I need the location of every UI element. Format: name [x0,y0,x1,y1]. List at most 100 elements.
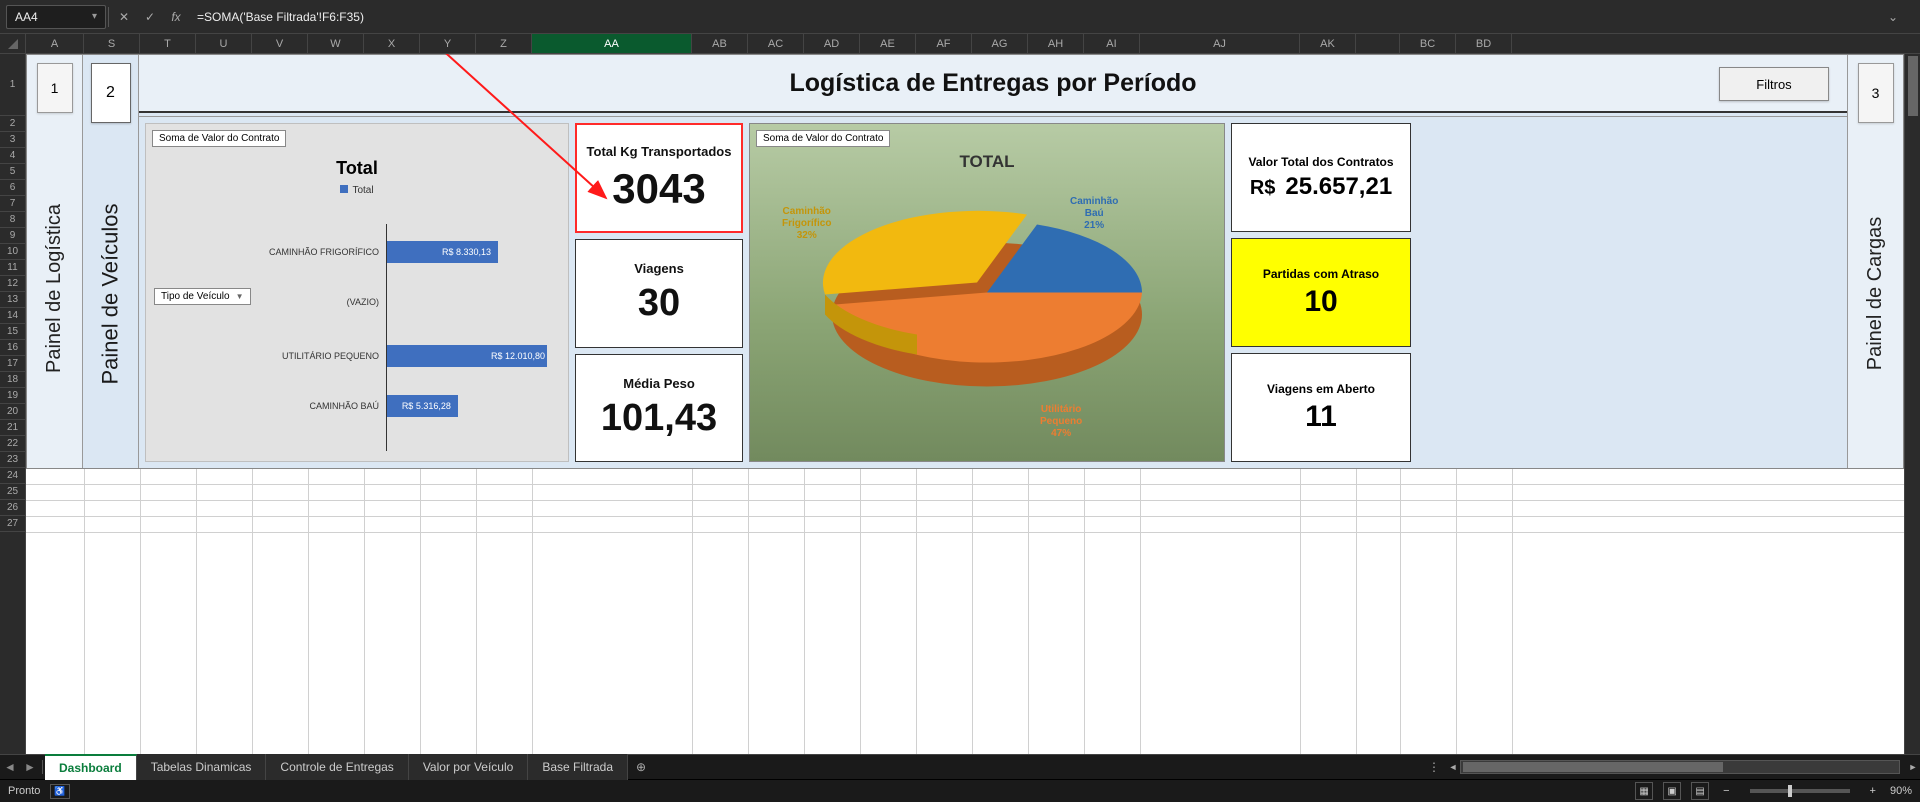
row-header-3[interactable]: 3 [0,132,25,148]
filters-button[interactable]: Filtros [1719,67,1829,101]
row-header-6[interactable]: 6 [0,180,25,196]
col-header-AI[interactable]: AI [1084,34,1140,53]
sheet-tab-base-filtrada[interactable]: Base Filtrada [528,754,628,780]
col-header-AK[interactable]: AK [1300,34,1356,53]
col-header-AB[interactable]: AB [692,34,748,53]
view-page-layout-icon[interactable]: ▣ [1663,782,1681,800]
page-title: Logística de Entregas por Período [789,69,1196,98]
row-header-11[interactable]: 11 [0,260,25,276]
col-header-AF[interactable]: AF [916,34,972,53]
row-header-4[interactable]: 4 [0,148,25,164]
bar-category-label: (VAZIO) [347,297,379,307]
bar-category-label: CAMINHÃO FRIGORÍFICO [269,247,379,257]
row-header-18[interactable]: 18 [0,372,25,388]
zoom-out-icon[interactable]: − [1719,785,1733,797]
col-header-AG[interactable]: AG [972,34,1028,53]
sheet-tab-tabelas-dinamicas[interactable]: Tabelas Dinamicas [137,754,267,780]
accessibility-icon[interactable]: ♿ [50,784,69,799]
row-header-2[interactable]: 2 [0,116,25,132]
divider [42,760,43,774]
col-header-A[interactable]: A [26,34,84,53]
row-header-23[interactable]: 23 [0,452,25,468]
row-header-10[interactable]: 10 [0,244,25,260]
horizontal-scrollbar[interactable] [1460,760,1900,774]
row-header-8[interactable]: 8 [0,212,25,228]
row-header-20[interactable]: 20 [0,404,25,420]
new-sheet-button[interactable]: ⊕ [628,760,654,774]
col-header-W[interactable]: W [308,34,364,53]
vehicle-type-dropdown[interactable]: Tipo de Veículo ▼ [154,288,251,305]
row-header-19[interactable]: 19 [0,388,25,404]
col-header-BC[interactable]: BC [1400,34,1456,53]
hscroll-left-icon[interactable]: ◄ [1446,760,1460,774]
col-header-AD[interactable]: AD [804,34,860,53]
tab-nav-next-icon[interactable]: ► [20,754,40,780]
row-header-12[interactable]: 12 [0,276,25,292]
bar-row: CAMINHÃO BAÚR$ 5.316,28 [387,394,451,418]
tab-nav-prev-icon[interactable]: ◄ [0,754,20,780]
pie-chart-card[interactable]: Soma de Valor do Contrato TOTAL [749,123,1225,462]
col-header-Y[interactable]: Y [420,34,476,53]
row-header-26[interactable]: 26 [0,500,25,516]
col-header-AA[interactable]: AA [532,34,692,53]
divider [108,7,109,27]
zoom-level[interactable]: 90% [1890,785,1912,797]
row-header-15[interactable]: 15 [0,324,25,340]
formula-input[interactable]: =SOMA('Base Filtrada'!F6:F35) [189,5,1882,29]
view-normal-icon[interactable]: ▦ [1635,782,1653,800]
formula-text: =SOMA('Base Filtrada'!F6:F35) [197,10,364,24]
row-header-1[interactable]: 1 [0,54,25,116]
row-header-17[interactable]: 17 [0,356,25,372]
vertical-scrollbar[interactable] [1904,54,1920,754]
row-header-24[interactable]: 24 [0,468,25,484]
zoom-in-icon[interactable]: + [1866,785,1880,797]
sheet-tab-valor-por-veículo[interactable]: Valor por Veículo [409,754,529,780]
nav-button-2[interactable]: 2 [91,63,131,123]
side-label-cargas: Painel de Cargas [1864,217,1887,370]
row-header-27[interactable]: 27 [0,516,25,532]
name-box[interactable]: AA4 ▾ [6,5,106,29]
expand-formula-bar-icon[interactable]: ⌄ [1882,10,1904,24]
col-header-BD[interactable]: BD [1456,34,1512,53]
col-header-AJ[interactable]: AJ [1140,34,1300,53]
cancel-formula-icon[interactable]: ✕ [111,5,137,29]
row-header-13[interactable]: 13 [0,292,25,308]
row-header-16[interactable]: 16 [0,340,25,356]
hscroll-right-icon[interactable]: ► [1906,760,1920,774]
cells[interactable]: 1 Painel de Logística 2 Painel de Veícul… [26,54,1904,754]
col-header-AE[interactable]: AE [860,34,916,53]
col-header-Z[interactable]: Z [476,34,532,53]
row-header-22[interactable]: 22 [0,436,25,452]
tabs-overflow-icon[interactable]: ⋮ [1422,760,1446,774]
dashboard-panel: 1 Painel de Logística 2 Painel de Veícul… [26,54,1904,469]
col-header-U[interactable]: U [196,34,252,53]
col-header-AH[interactable]: AH [1028,34,1084,53]
zoom-slider[interactable] [1750,789,1850,793]
dropdown-arrow-icon: ▼ [236,292,244,301]
row-header-7[interactable]: 7 [0,196,25,212]
row-header-14[interactable]: 14 [0,308,25,324]
tabs-host: DashboardTabelas DinamicasControle de En… [45,754,628,780]
select-all-corner[interactable] [0,34,26,53]
col-header-X[interactable]: X [364,34,420,53]
row-header-21[interactable]: 21 [0,420,25,436]
view-page-break-icon[interactable]: ▤ [1691,782,1709,800]
row-header-5[interactable]: 5 [0,164,25,180]
row-header-9[interactable]: 9 [0,228,25,244]
fx-icon[interactable]: fx [163,5,189,29]
col-header-blank[interactable] [1356,34,1400,53]
bar-value-label: R$ 8.330,13 [442,247,491,257]
col-header-T[interactable]: T [140,34,196,53]
col-header-V[interactable]: V [252,34,308,53]
sheet-tab-controle-de-entregas[interactable]: Controle de Entregas [266,754,408,780]
bar-chart-card[interactable]: Soma de Valor do Contrato Total Total Ti… [145,123,569,462]
enter-formula-icon[interactable]: ✓ [137,5,163,29]
chevron-down-icon[interactable]: ▾ [92,11,97,22]
nav-button-1[interactable]: 1 [37,63,73,113]
col-header-S[interactable]: S [84,34,140,53]
nav-button-3[interactable]: 3 [1858,63,1894,123]
col-header-AC[interactable]: AC [748,34,804,53]
right-kpi-column: Valor Total dos Contratos R$ 25.657,21 P… [1231,123,1411,462]
sheet-tab-dashboard[interactable]: Dashboard [45,754,137,780]
row-header-25[interactable]: 25 [0,484,25,500]
